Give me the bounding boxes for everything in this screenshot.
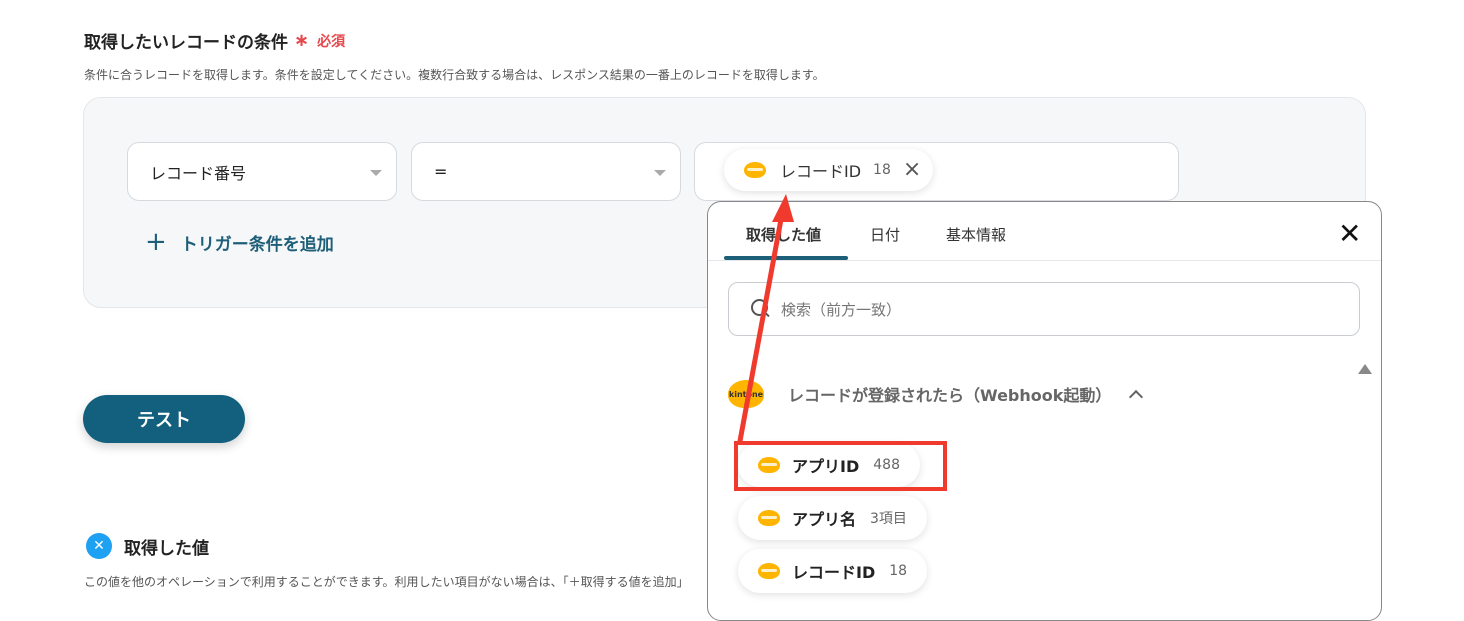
annotation-arrow-line [737, 211, 785, 444]
annotation-arrow-head-icon [772, 194, 794, 222]
annotation-arrow [737, 194, 794, 444]
